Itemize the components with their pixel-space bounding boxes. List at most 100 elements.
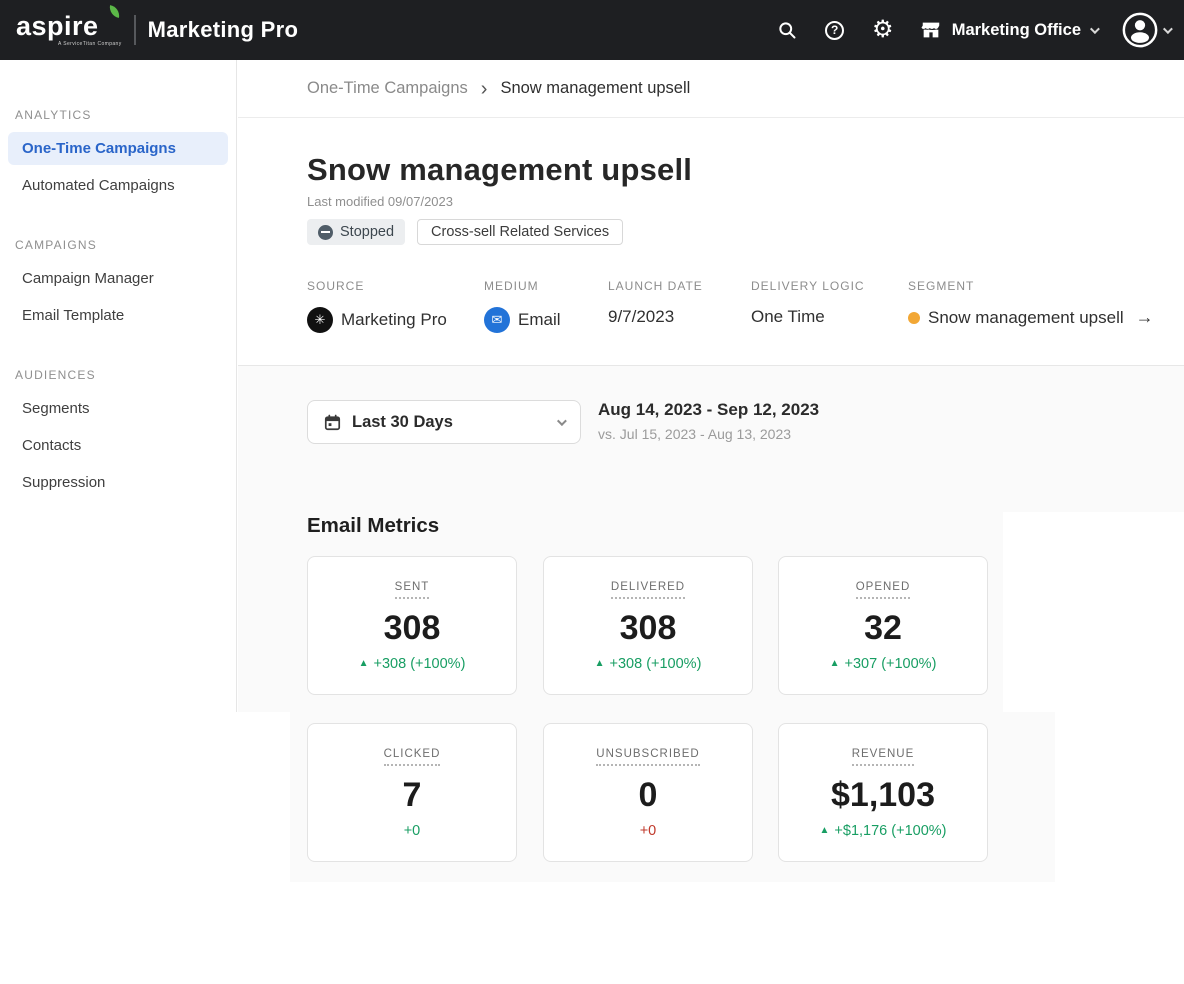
meta-label: MEDIUM	[484, 279, 561, 293]
meta-value: ✉ Email	[484, 307, 561, 333]
chevron-down-icon	[1163, 24, 1173, 34]
metric-card-sent: SENT 308 ▲ +308 (+100%)	[307, 556, 517, 695]
metric-delta: +0	[404, 823, 421, 839]
gear-glyph: ⚙	[872, 18, 894, 42]
metric-delta-text: +307 (+100%)	[845, 656, 937, 672]
chevron-down-icon	[1090, 24, 1100, 34]
brand-subtitle: A ServiceTitan Company	[58, 42, 122, 47]
search-icon[interactable]	[775, 18, 799, 42]
source-value: Marketing Pro	[341, 310, 447, 330]
metric-delta: ▲ +$1,176 (+100%)	[820, 823, 947, 839]
date-range-text: Aug 14, 2023 - Sep 12, 2023	[598, 400, 819, 420]
meta-value: One Time	[751, 307, 865, 327]
sidebar-section-analytics: ANALYTICS	[15, 108, 221, 122]
help-question-glyph: ?	[825, 21, 844, 40]
meta-medium: MEDIUM ✉ Email	[484, 279, 561, 333]
triangle-up-icon: ▲	[359, 659, 369, 669]
meta-label: LAUNCH DATE	[608, 279, 703, 293]
triangle-up-icon: ▲	[595, 659, 605, 669]
breadcrumb-current: Snow management upsell	[500, 79, 690, 98]
app-window: aspire A ServiceTitan Company Marketing …	[0, 0, 1184, 984]
metric-delta-text: +$1,176 (+100%)	[834, 823, 946, 839]
metric-delta-text: +0	[404, 823, 421, 839]
meta-label: SOURCE	[307, 279, 447, 293]
brand-aspire: aspire A ServiceTitan Company	[16, 13, 122, 47]
metric-card-unsubscribed: UNSUBSCRIBED 0 +0	[543, 723, 753, 862]
metric-value: 7	[403, 776, 422, 815]
status-badge: Stopped	[307, 219, 405, 245]
date-range-selected: Last 30 Days	[352, 413, 546, 432]
storefront-icon	[919, 18, 943, 42]
sidebar-item-campaign-manager[interactable]: Campaign Manager	[8, 262, 228, 295]
sidebar-item-contacts[interactable]: Contacts	[8, 429, 228, 462]
badge-row: Stopped Cross-sell Related Services	[307, 219, 623, 245]
metric-value: 0	[639, 776, 658, 815]
metric-label: CLICKED	[384, 748, 441, 766]
metric-delta: ▲ +308 (+100%)	[595, 656, 702, 672]
avatar-icon	[1121, 11, 1159, 49]
marketing-pro-icon: ✳	[307, 307, 333, 333]
segment-link[interactable]: Snow management upsell →	[908, 307, 1154, 328]
sidebar-item-segments[interactable]: Segments	[8, 392, 228, 425]
brand-divider	[134, 15, 136, 45]
delivery-logic-value: One Time	[751, 307, 825, 327]
meta-value: ✳ Marketing Pro	[307, 307, 447, 333]
user-menu[interactable]	[1121, 11, 1170, 49]
sidebar-item-email-template[interactable]: Email Template	[8, 299, 228, 332]
metric-delta: ▲ +308 (+100%)	[359, 656, 466, 672]
sidebar-section-campaigns: CAMPAIGNS	[15, 238, 221, 252]
brand-aspire-text: aspire	[16, 13, 122, 40]
date-compare-text: vs. Jul 15, 2023 - Aug 13, 2023	[598, 426, 791, 442]
office-selector[interactable]: Marketing Office	[919, 18, 1097, 42]
medium-value: Email	[518, 310, 561, 330]
meta-launch-date: LAUNCH DATE 9/7/2023	[608, 279, 703, 327]
meta-label: DELIVERY LOGIC	[751, 279, 865, 293]
metric-value: $1,103	[831, 776, 935, 815]
metric-value: 308	[384, 609, 441, 648]
arrow-right-icon: →	[1136, 307, 1154, 328]
help-icon[interactable]: ?	[823, 18, 847, 42]
last-modified-text: Last modified 09/07/2023	[307, 194, 453, 209]
metric-label: REVENUE	[852, 748, 915, 766]
triangle-up-icon: ▲	[830, 659, 840, 669]
office-label: Marketing Office	[952, 21, 1081, 40]
chevron-right-icon: ›	[481, 79, 488, 99]
segment-dot-icon	[908, 312, 920, 324]
calendar-icon	[324, 414, 341, 431]
stopped-icon	[318, 225, 333, 240]
sidebar-item-automated-campaigns[interactable]: Automated Campaigns	[8, 169, 228, 202]
metric-card-delivered: DELIVERED 308 ▲ +308 (+100%)	[543, 556, 753, 695]
metric-delta-text: +308 (+100%)	[610, 656, 702, 672]
meta-source: SOURCE ✳ Marketing Pro	[307, 279, 447, 333]
brand-logo: aspire A ServiceTitan Company Marketing …	[16, 13, 298, 47]
metric-value: 32	[864, 609, 902, 648]
metric-label: UNSUBSCRIBED	[596, 748, 699, 766]
metrics-heading: Email Metrics	[307, 514, 439, 538]
topbar-actions: ? ⚙ Marketing Office	[775, 11, 1170, 49]
metric-label: DELIVERED	[611, 581, 685, 599]
topbar: aspire A ServiceTitan Company Marketing …	[0, 0, 1184, 60]
sidebar-item-suppression[interactable]: Suppression	[8, 466, 228, 499]
metric-label: SENT	[395, 581, 430, 599]
meta-delivery-logic: DELIVERY LOGIC One Time	[751, 279, 865, 327]
product-name: Marketing Pro	[148, 17, 299, 43]
metric-delta: +0	[640, 823, 657, 839]
campaign-tag-badge: Cross-sell Related Services	[417, 219, 623, 245]
metric-value: 308	[620, 609, 677, 648]
metric-card-clicked: CLICKED 7 +0	[307, 723, 517, 862]
launch-date-value: 9/7/2023	[608, 307, 674, 327]
page-title: Snow management upsell	[307, 152, 692, 188]
triangle-up-icon: ▲	[820, 826, 830, 836]
metric-delta-text: +0	[640, 823, 657, 839]
section-divider	[238, 365, 1184, 366]
email-icon: ✉	[484, 307, 510, 333]
sidebar: ANALYTICS One-Time Campaigns Automated C…	[0, 60, 237, 712]
segment-value: Snow management upsell	[928, 308, 1124, 328]
metric-delta: ▲ +307 (+100%)	[830, 656, 937, 672]
date-range-dropdown[interactable]: Last 30 Days	[307, 400, 581, 444]
meta-segment: SEGMENT Snow management upsell →	[908, 279, 1154, 328]
sidebar-item-one-time-campaigns[interactable]: One-Time Campaigns	[8, 132, 228, 165]
gear-icon[interactable]: ⚙	[871, 18, 895, 42]
metric-card-opened: OPENED 32 ▲ +307 (+100%)	[778, 556, 988, 695]
breadcrumb-parent-link[interactable]: One-Time Campaigns	[307, 79, 468, 98]
